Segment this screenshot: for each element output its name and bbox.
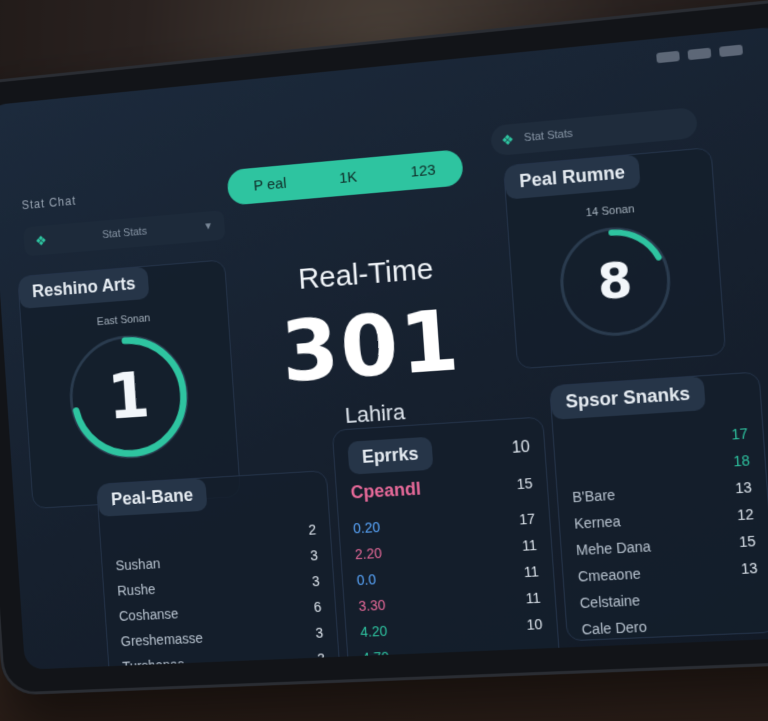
pill-item: P eal	[253, 174, 287, 195]
metric-pill[interactable]: P eal 1K 123	[226, 148, 464, 206]
right-gauge-panel: Peal Rumne 14 Sonan 8	[503, 146, 727, 370]
panel-title: Spsor Snanks	[550, 376, 706, 420]
list-item-label: Sushan	[115, 555, 161, 574]
list-item-label: Rushe	[116, 581, 156, 599]
list-item-label: 4.70	[361, 648, 390, 666]
list-item-label: 2.20	[354, 544, 383, 563]
panel-title-value: 10	[511, 438, 531, 457]
list-item-label: Celstaine	[579, 592, 641, 612]
leaf-icon: ❖	[500, 130, 515, 148]
pill-item: 123	[410, 160, 437, 181]
battery-icon	[656, 50, 680, 64]
left-gauge-panel: Reshino Arts East Sonan 1	[17, 259, 242, 509]
dashboard-screen: Stat Chat P eal 1K 123 ❖ Stat Stats ❖ St…	[0, 25, 768, 670]
bottom-right-list: 17 18 B'Bare 13 Kernea 12 Mehe Dana 15 Cmeaone 13…	[568, 420, 765, 669]
bottom-mid-panel: Eprrks 10 Cpeandl 15 0.20 17 2.20 11 0.0 11 3.…	[331, 416, 561, 670]
list-item-label: Cmeaone	[577, 565, 642, 585]
gauge-label: East Sonan	[96, 312, 151, 329]
panel-subtitle: Cpeandl	[350, 478, 422, 503]
panel-subtitle-value: 15	[516, 474, 533, 492]
list-item-label: Cmsaine	[582, 645, 642, 665]
gauge-label: 14 Sonan	[585, 203, 635, 220]
list-item-label: Kernea	[573, 512, 622, 532]
realtime-value: 301	[278, 290, 464, 402]
pill-item: 1K	[338, 168, 358, 187]
list-item-value: 11	[521, 536, 538, 554]
list-item-value: 13	[740, 559, 759, 577]
list-item-label: 3.30	[358, 596, 386, 615]
list-item-label: Mehe Dana	[575, 538, 652, 559]
list-item-value: 18	[732, 451, 751, 470]
list-item-label: 0.0	[356, 571, 377, 589]
panel-title: Eprrks	[347, 436, 434, 475]
panel-title: Peal Rumne	[504, 154, 641, 200]
gauge-arc	[66, 331, 192, 462]
list-item-value: 11	[523, 563, 540, 581]
top-bar	[0, 26, 768, 163]
list-item-value: 12	[736, 505, 755, 524]
search-text: Stat Stats	[523, 127, 574, 145]
list-item-label: 4.20	[359, 622, 388, 640]
panel-title: Peal-Bane	[97, 478, 208, 517]
list-item-label: Greshemasse	[120, 629, 204, 650]
panel-title: Reshino Arts	[18, 266, 150, 309]
list-item-value: 3	[316, 650, 326, 667]
list-item-label: Turshenas	[121, 656, 185, 670]
list-item-label: 0.20	[352, 518, 381, 537]
list-item-value: 10	[525, 615, 543, 633]
bottom-right-panel: Spsor Snanks 17 18 B'Bare 13 Kernea 12 Mehe Da…	[549, 371, 768, 664]
bottom-mid-list: 0.20 17 2.20 11 0.0 11 3.30 11 4.20 10 4.70	[352, 505, 545, 669]
leaf-icon: ❖	[34, 231, 48, 249]
list-item-value: 2	[307, 521, 317, 538]
list-item-value: 3	[311, 573, 321, 590]
list-item-value: 3	[309, 547, 319, 564]
list-item-value: 6	[313, 598, 322, 616]
chevron-down-icon: ▼	[203, 220, 214, 232]
dropdown-text: Stat Stats	[101, 225, 148, 242]
app-label: Stat Chat	[21, 193, 77, 213]
search-bar[interactable]: ❖ Stat Stats	[490, 106, 698, 157]
status-icons	[656, 44, 744, 64]
list-item-value: 17	[730, 425, 749, 443]
list-item-value: 3	[314, 624, 324, 641]
bottom-left-panel: Peal-Bane 2 Sushan 3 Rushe 3 Coshanse 6 Greshem…	[96, 470, 344, 670]
list-item-value: 13	[734, 478, 753, 497]
list-item-label: B'Bare	[571, 486, 616, 506]
list-item-value: 15	[738, 532, 757, 551]
list-item-value: 17	[518, 510, 536, 528]
wifi-icon	[687, 47, 712, 61]
signal-icon	[719, 44, 744, 58]
gauge-ring: 8	[556, 223, 674, 340]
list-item-label: Cale Dero	[581, 618, 648, 638]
list-item-label: Coshanse	[118, 605, 179, 624]
tablet-device: Stat Chat P eal 1K 123 ❖ Stat Stats ❖ St…	[0, 0, 768, 696]
gauge-ring: 1	[65, 331, 193, 462]
list-item-value: 11	[525, 589, 542, 607]
gauge-arc	[557, 223, 674, 339]
filter-dropdown[interactable]: ❖ Stat Stats ▼	[23, 210, 226, 257]
bottom-left-list: 2 Sushan 3 Rushe 3 Coshanse 6 Greshemasse 3 Tursh…	[113, 517, 327, 670]
